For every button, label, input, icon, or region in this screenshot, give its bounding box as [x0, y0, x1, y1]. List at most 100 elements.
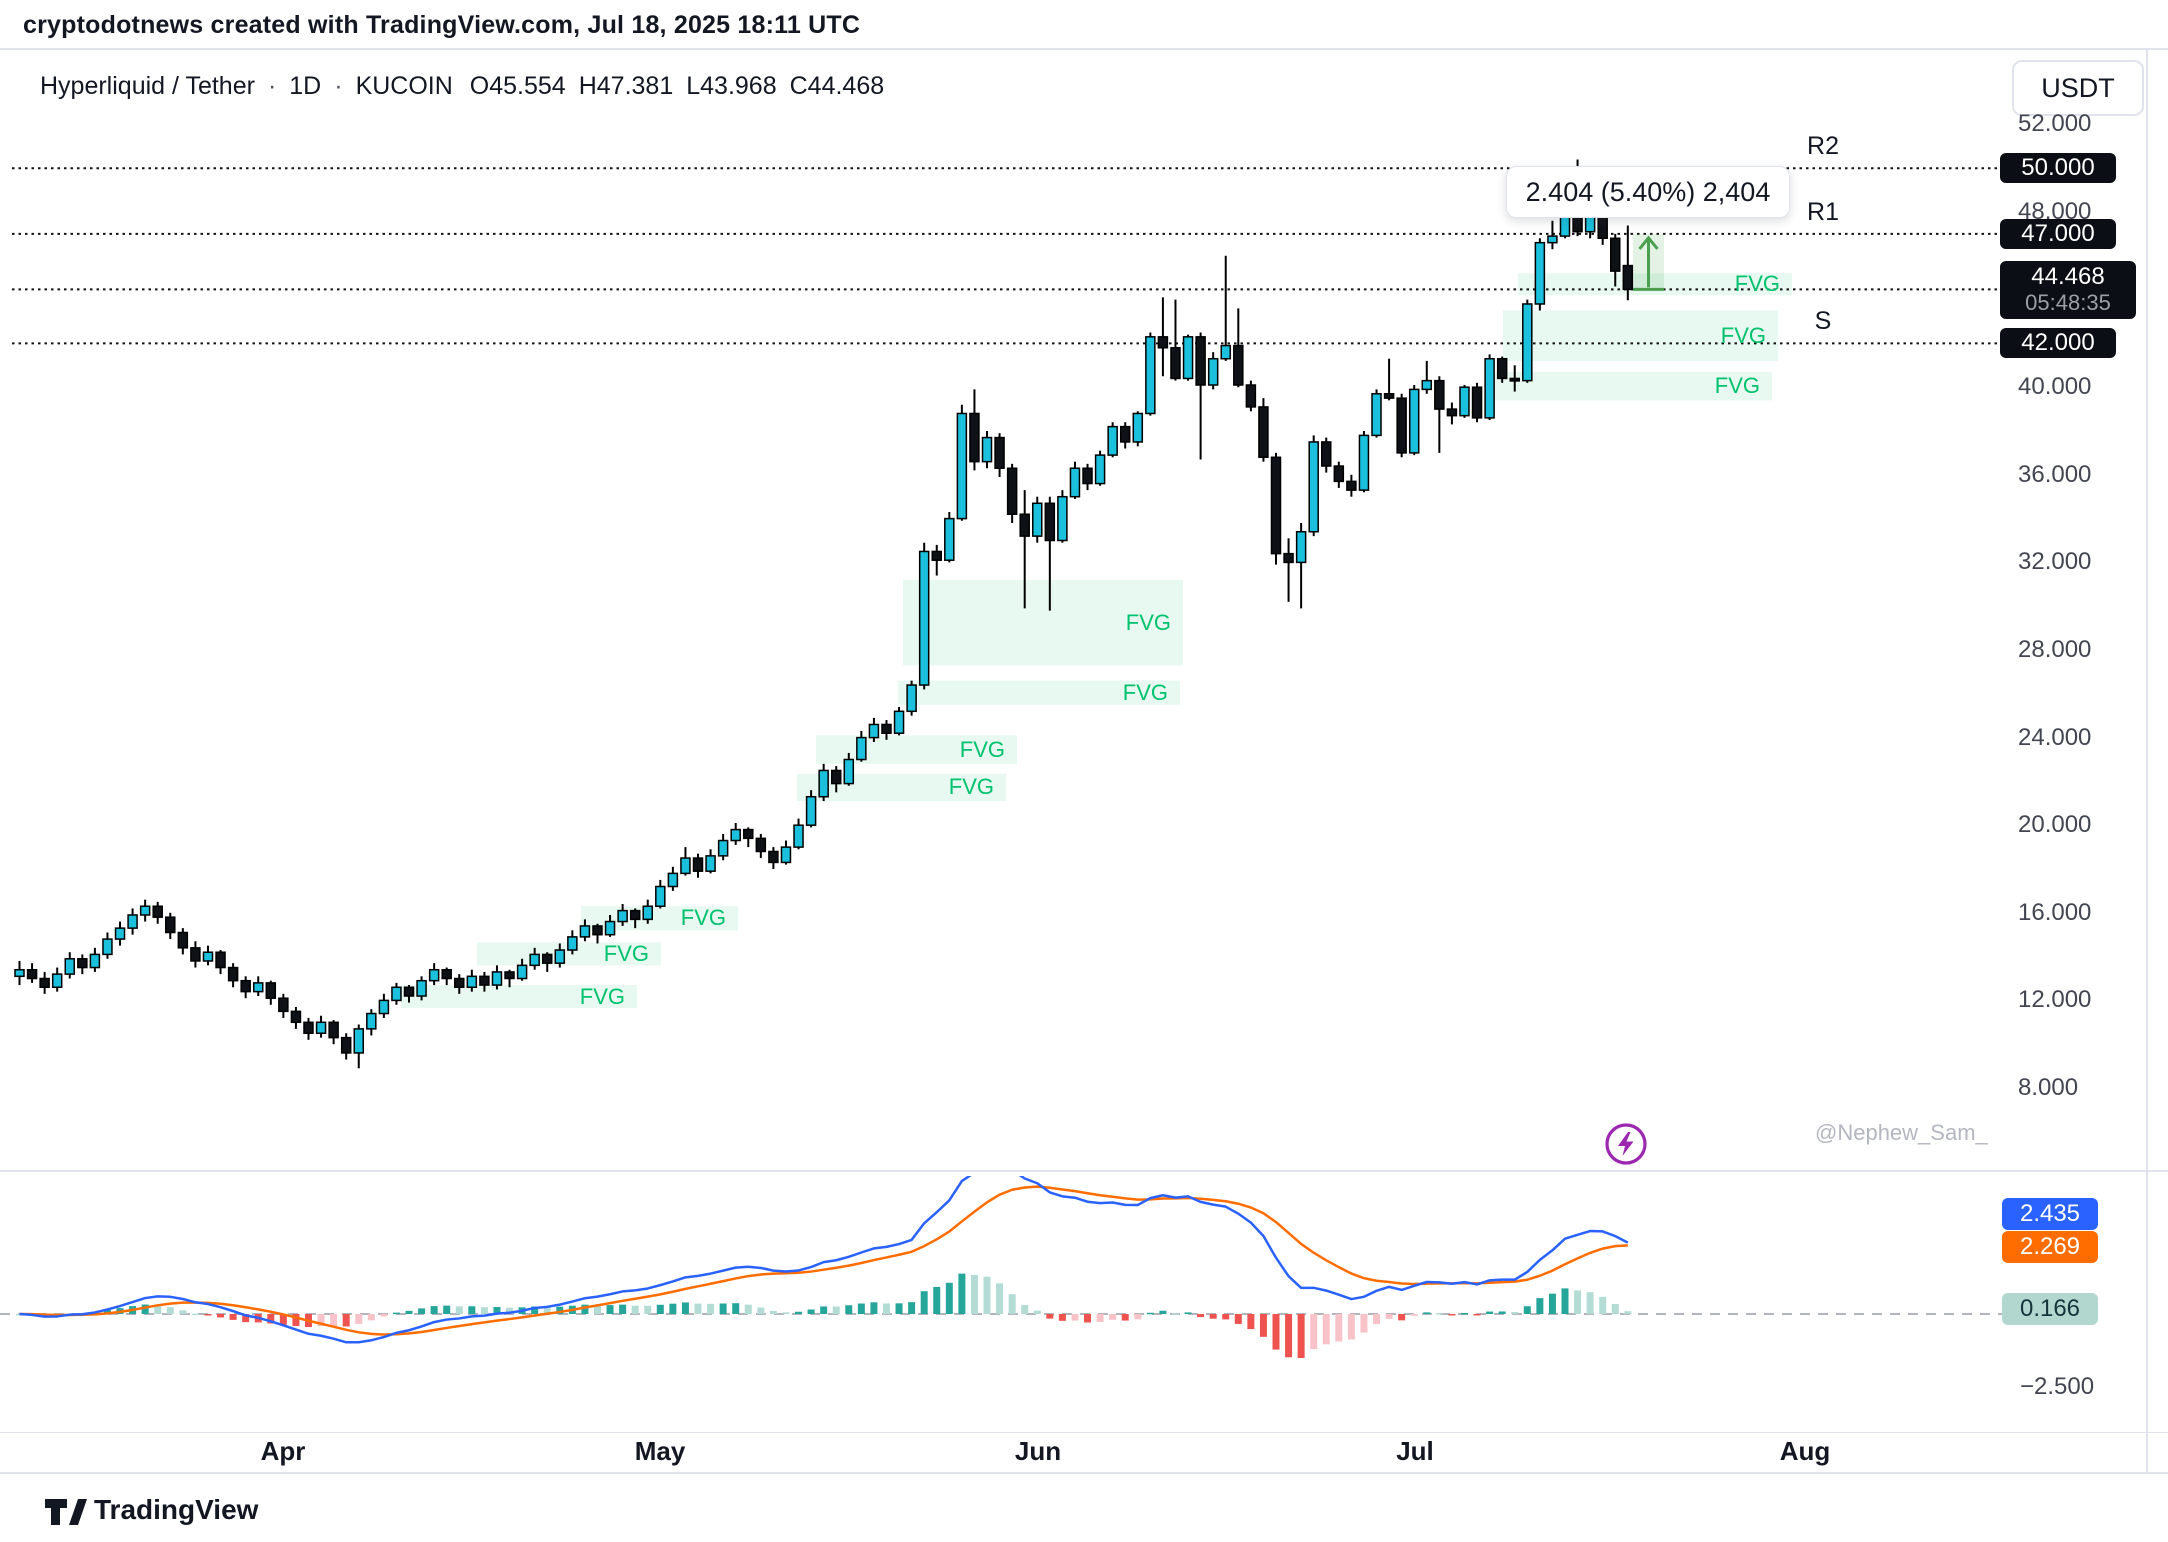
candle-up	[1309, 442, 1318, 532]
candle-up	[1535, 243, 1544, 304]
candle-up	[1070, 468, 1079, 496]
candle-down	[442, 970, 451, 979]
candle-up	[15, 970, 24, 977]
macd-histogram-bar	[870, 1302, 877, 1314]
candle-down	[1259, 407, 1268, 457]
candle-up	[869, 724, 878, 737]
candle-down	[631, 911, 640, 920]
macd-histogram-bar	[1260, 1314, 1267, 1337]
candle-up	[1184, 337, 1193, 379]
candle-up	[379, 1000, 388, 1013]
candle-down	[882, 724, 891, 733]
candle-down	[480, 976, 489, 985]
candle-up	[1460, 387, 1469, 415]
candle-up	[392, 987, 401, 1000]
macd-histogram-bar	[1097, 1314, 1104, 1322]
macd-histogram-bar	[1411, 1314, 1418, 1316]
candle-down	[593, 926, 602, 935]
macd-histogram-bar	[1448, 1314, 1455, 1316]
candle-down	[1045, 503, 1054, 540]
macd-histogram-bar	[820, 1306, 827, 1314]
macd-histogram-bar	[971, 1275, 978, 1314]
macd-histogram-bar	[833, 1306, 840, 1314]
macd-histogram-bar	[330, 1314, 337, 1326]
candle-up	[1146, 337, 1155, 414]
candle-up	[53, 974, 62, 987]
candle-up	[1096, 455, 1105, 483]
macd-histogram-bar	[406, 1311, 413, 1314]
candle-down	[1008, 468, 1017, 514]
candle-down	[1447, 409, 1456, 416]
fvg-zone-rect	[401, 985, 637, 1008]
candle-up	[807, 797, 816, 825]
candle-up	[819, 770, 828, 796]
candle-up	[957, 413, 966, 518]
macd-histogram-bar	[1084, 1314, 1091, 1322]
candle-up	[983, 438, 992, 462]
macd-histogram-bar	[933, 1287, 940, 1314]
candle-down	[756, 838, 765, 851]
candle-down	[505, 972, 514, 979]
flash-publish-icon[interactable]	[1603, 1121, 1649, 1167]
candle-up	[90, 954, 99, 967]
candle-up	[1485, 359, 1494, 418]
macd-histogram-bar	[230, 1314, 237, 1320]
macd-histogram-bar	[1021, 1305, 1028, 1314]
macd-histogram-bar	[1134, 1314, 1141, 1319]
candle-down	[329, 1022, 338, 1037]
macd-histogram-bar	[619, 1305, 626, 1314]
macd-histogram-bar	[1373, 1314, 1380, 1324]
candle-up	[568, 937, 577, 950]
candle-down	[1334, 466, 1343, 481]
candles-group	[15, 159, 1632, 1068]
candle-up	[317, 1022, 326, 1033]
candle-up	[1209, 359, 1218, 385]
candle-down	[1397, 398, 1406, 453]
macd-histogram-bar	[418, 1308, 425, 1314]
candle-down	[241, 981, 250, 992]
chart-canvas[interactable]	[0, 0, 2168, 1542]
candle-up	[681, 858, 690, 873]
candle-down	[166, 917, 175, 932]
candle-down	[1272, 457, 1281, 553]
candle-down	[1020, 514, 1029, 536]
candle-up	[530, 954, 539, 965]
macd-histogram-bar	[1561, 1288, 1568, 1314]
candle-down	[832, 770, 841, 783]
macd-histogram-bar	[1511, 1312, 1518, 1314]
candle-up	[844, 760, 853, 784]
candle-down	[279, 998, 288, 1011]
macd-histogram-bar	[468, 1306, 475, 1314]
macd-histogram-bar	[1034, 1311, 1041, 1314]
macd-histogram-bar	[644, 1306, 651, 1314]
macd-histogram-bar	[1046, 1314, 1053, 1319]
macd-histogram-bar	[1323, 1314, 1330, 1344]
macd-histogram-bar	[1536, 1298, 1543, 1314]
candle-up	[719, 841, 728, 856]
macd-histogram-bar	[431, 1306, 438, 1314]
candle-up	[706, 856, 715, 871]
candle-down	[342, 1038, 351, 1053]
candle-down	[694, 858, 703, 871]
macd-histogram-bar	[1009, 1294, 1016, 1314]
macd-histogram-bar	[1273, 1314, 1280, 1350]
candle-down	[543, 954, 552, 963]
candle-down	[1171, 348, 1180, 379]
candle-down	[216, 952, 225, 967]
candle-up	[1058, 497, 1067, 541]
candle-up	[580, 926, 589, 937]
candle-down	[153, 906, 162, 917]
macd-histogram-bar	[456, 1306, 463, 1314]
macd-histogram-bar	[845, 1305, 852, 1314]
macd-histogram-bar	[921, 1291, 928, 1314]
macd-histogram-bar	[1599, 1297, 1606, 1314]
macd-histogram-bar	[1247, 1314, 1254, 1329]
macd-histogram-bar	[745, 1305, 752, 1314]
candle-down	[455, 979, 464, 988]
candle-up	[945, 519, 954, 561]
candle-down	[1498, 359, 1507, 379]
candle-up	[907, 685, 916, 711]
candle-down	[1473, 387, 1482, 418]
macd-histogram-bar	[1335, 1314, 1342, 1342]
macd-histogram-bar	[1612, 1304, 1619, 1314]
